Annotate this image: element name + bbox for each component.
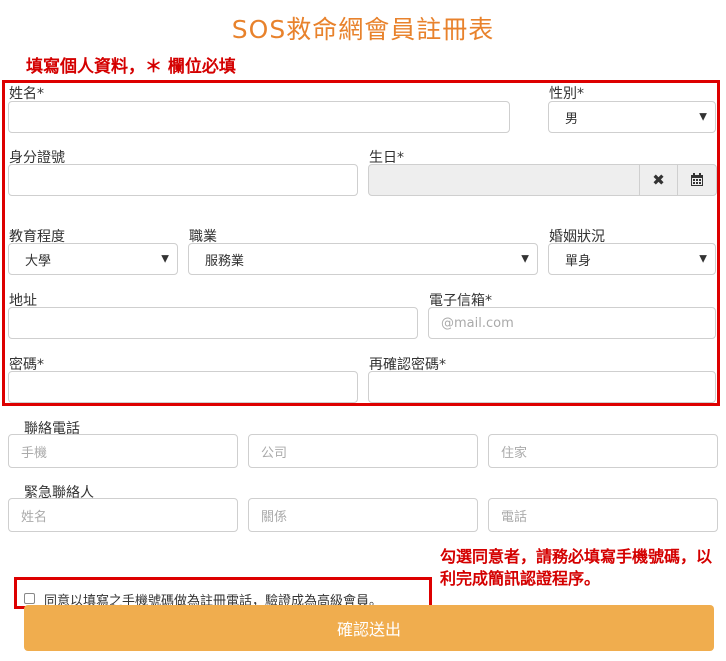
chevron-down-icon: ▼ bbox=[521, 253, 529, 265]
office-phone-input[interactable]: 公司 bbox=[248, 434, 478, 468]
gender-value: 男 bbox=[565, 111, 579, 127]
password-input[interactable] bbox=[8, 371, 358, 403]
education-value: 大學 bbox=[25, 253, 52, 269]
calendar-icon bbox=[691, 173, 703, 186]
marital-value: 單身 bbox=[565, 253, 592, 269]
agree-checkbox[interactable] bbox=[24, 593, 35, 604]
calendar-button[interactable] bbox=[677, 164, 717, 196]
agree-note: 勾選同意者，請務必填寫手機號碼，以利完成簡訊認證程序。 bbox=[440, 547, 713, 588]
emergency-phone-input[interactable]: 電話 bbox=[488, 498, 718, 532]
name-label: 姓名* bbox=[9, 86, 44, 102]
gender-select[interactable]: 男 ▼ bbox=[548, 101, 716, 133]
home-phone-input[interactable]: 住家 bbox=[488, 434, 718, 468]
emergency-relation-input[interactable]: 關係 bbox=[248, 498, 478, 532]
address-input[interactable] bbox=[8, 307, 418, 339]
occupation-value: 服務業 bbox=[205, 253, 245, 269]
id-number-input[interactable] bbox=[8, 164, 358, 196]
birthday-input[interactable] bbox=[368, 164, 640, 196]
chevron-down-icon: ▼ bbox=[161, 253, 169, 265]
name-input[interactable] bbox=[8, 101, 510, 133]
emergency-name-input[interactable]: 姓名 bbox=[8, 498, 238, 532]
chevron-down-icon: ▼ bbox=[699, 111, 707, 123]
education-select[interactable]: 大學 ▼ bbox=[8, 243, 178, 275]
submit-button[interactable]: 確認送出 bbox=[24, 605, 714, 651]
occupation-select[interactable]: 服務業 ▼ bbox=[188, 243, 538, 275]
marital-select[interactable]: 單身 ▼ bbox=[548, 243, 716, 275]
gender-label: 性別* bbox=[549, 86, 584, 102]
email-input[interactable]: @mail.com bbox=[428, 307, 716, 339]
mobile-input[interactable]: 手機 bbox=[8, 434, 238, 468]
page-title: SOS救命網會員註冊表 bbox=[231, 15, 495, 44]
required-note: 填寫個人資料，＊ 欄位必填 bbox=[26, 57, 236, 77]
clear-date-button[interactable]: ✖ bbox=[639, 164, 678, 196]
password-confirm-input[interactable] bbox=[368, 371, 716, 403]
chevron-down-icon: ▼ bbox=[699, 253, 707, 265]
times-icon: ✖ bbox=[652, 171, 665, 189]
